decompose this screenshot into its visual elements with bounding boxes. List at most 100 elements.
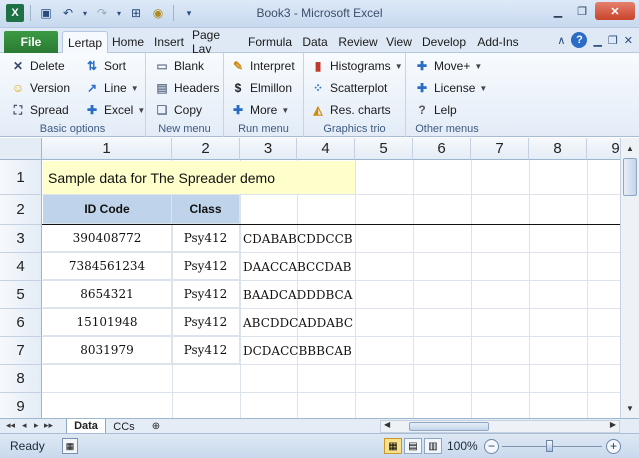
column-header[interactable]: 9 — [587, 138, 620, 160]
worksheet-grid[interactable]: 1 2 3 4 5 6 7 8 9 1 2 3 4 5 6 7 8 9 Samp… — [0, 138, 620, 418]
column-header[interactable]: 8 — [529, 138, 587, 160]
row-header[interactable]: 7 — [0, 337, 42, 365]
cell-class[interactable]: Psy412 — [172, 225, 240, 252]
cell-class[interactable]: Psy412 — [172, 309, 240, 336]
scroll-down-icon[interactable]: ▼ — [623, 401, 637, 415]
header-id-code[interactable]: ID Code — [43, 195, 172, 224]
tab-view[interactable]: View — [383, 31, 415, 53]
column-header[interactable]: 7 — [471, 138, 529, 160]
tab-page-layout[interactable]: Page Lay — [192, 28, 242, 56]
scroll-left-icon[interactable]: ◀ — [384, 420, 390, 429]
cell-id[interactable]: 8031979 — [43, 337, 172, 364]
interpret-button[interactable]: ✎ Interpret — [230, 56, 295, 76]
tab-developer[interactable]: Develop — [418, 31, 470, 53]
delete-button[interactable]: ✕ Delete — [10, 56, 65, 76]
row-header[interactable]: 9 — [0, 393, 42, 418]
cell-class[interactable]: Psy412 — [172, 281, 240, 308]
excel-button[interactable]: ✚ Excel ▼ — [84, 100, 145, 120]
page-layout-view-icon[interactable]: ▤ — [404, 438, 422, 454]
help-icon[interactable]: ? — [571, 32, 588, 48]
restore-workbook-icon[interactable]: ❐ — [608, 34, 618, 47]
column-header[interactable]: 1 — [42, 138, 172, 160]
histograms-button[interactable]: ▮ Histograms ▼ — [310, 56, 403, 76]
next-sheet-icon[interactable]: ▸ — [34, 420, 39, 431]
prev-sheet-icon[interactable]: ◂ — [22, 420, 27, 431]
minimize-ribbon-icon[interactable]: ∧ — [557, 34, 565, 47]
first-sheet-icon[interactable]: ◂◂ — [6, 420, 15, 431]
headers-button[interactable]: ▤ Headers — [154, 78, 219, 98]
more-button[interactable]: ✚ More ▼ — [230, 100, 289, 120]
copy-button[interactable]: ❏ Copy — [154, 100, 202, 120]
scroll-right-icon[interactable]: ▶ — [610, 420, 616, 429]
tab-add-ins[interactable]: Add-Ins — [474, 31, 522, 53]
last-sheet-icon[interactable]: ▸▸ — [44, 420, 53, 431]
column-header[interactable]: 3 — [240, 138, 297, 160]
zoom-slider-knob[interactable] — [546, 440, 553, 452]
row-header[interactable]: 8 — [0, 365, 42, 393]
row-header[interactable]: 3 — [0, 225, 42, 253]
tab-file[interactable]: File — [4, 31, 58, 53]
tab-data[interactable]: Data — [298, 31, 332, 53]
cell-id[interactable]: 8654321 — [43, 281, 172, 308]
cell-id[interactable]: 390408772 — [43, 225, 172, 252]
horizontal-scroll-thumb[interactable] — [409, 422, 489, 431]
sheet-tab-data[interactable]: Data — [66, 419, 106, 434]
vertical-scrollbar[interactable]: ▲ ▼ — [620, 138, 639, 418]
cell-class[interactable]: Psy412 — [172, 253, 240, 280]
select-all-corner[interactable] — [0, 138, 42, 160]
cell-class[interactable]: Psy412 — [172, 337, 240, 364]
lelp-button[interactable]: ? Lelp — [414, 100, 456, 120]
tab-formulas[interactable]: Formula — [246, 31, 294, 53]
column-header[interactable]: 5 — [355, 138, 413, 160]
row-header[interactable]: 2 — [0, 195, 42, 225]
scroll-up-icon[interactable]: ▲ — [623, 141, 637, 155]
column-header[interactable]: 4 — [297, 138, 355, 160]
zoom-in-icon[interactable]: + — [606, 439, 621, 454]
zoom-level[interactable]: 100% — [447, 439, 478, 453]
cell-responses[interactable]: BAADCADDDBCA — [240, 281, 390, 308]
sort-button[interactable]: ⇅ Sort — [84, 56, 126, 76]
license-button[interactable]: ✚ License ▼ — [414, 78, 487, 98]
column-header[interactable]: 2 — [172, 138, 240, 160]
sheet-tab-ccs[interactable]: CCs — [108, 419, 140, 434]
tab-review[interactable]: Review — [336, 31, 380, 53]
row-header[interactable]: 6 — [0, 309, 42, 337]
cell-id[interactable]: 15101948 — [43, 309, 172, 336]
cell-id[interactable]: 7384561234 — [43, 253, 172, 280]
res-charts-button[interactable]: ◭ Res. charts — [310, 100, 390, 120]
close-icon[interactable]: ✕ — [595, 2, 635, 20]
cell-responses[interactable]: DAACCABCCDAB — [240, 253, 390, 280]
macro-record-icon[interactable]: ▦ — [62, 438, 78, 454]
line-button[interactable]: ↗ Line ▼ — [84, 78, 139, 98]
insert-sheet-icon[interactable]: ⊕ — [144, 419, 168, 434]
title-cell[interactable]: Sample data for The Spreader demo — [43, 161, 355, 194]
minimize-icon[interactable]: ▁ — [547, 2, 569, 20]
minimize-workbook-icon[interactable]: ▁ — [593, 34, 601, 47]
cell-responses[interactable]: CDABABCDDCCB — [240, 225, 390, 252]
tab-home[interactable]: Home — [110, 31, 146, 53]
zoom-slider[interactable] — [502, 440, 602, 452]
gridline — [471, 160, 472, 418]
column-header[interactable]: 6 — [413, 138, 471, 160]
cell-responses[interactable]: ABCDDCADDABC — [240, 309, 390, 336]
elmillon-button[interactable]: $ Elmillon — [230, 78, 292, 98]
header-class[interactable]: Class — [172, 195, 240, 224]
scatterplot-button[interactable]: ⁘ Scatterplot — [310, 78, 387, 98]
spread-button[interactable]: ⛶ Spread — [10, 100, 69, 120]
horizontal-scrollbar[interactable]: ◀ ▶ — [380, 420, 620, 433]
cell-responses[interactable]: DCDACCBBBCAB — [240, 337, 390, 364]
restore-icon[interactable]: ❐ — [571, 2, 593, 20]
vertical-scroll-thumb[interactable] — [623, 158, 637, 196]
tab-lertap[interactable]: Lertap — [62, 31, 108, 54]
move-button[interactable]: ✚ Move+ ▼ — [414, 56, 482, 76]
close-workbook-icon[interactable]: ✕ — [624, 34, 633, 47]
tab-insert[interactable]: Insert — [150, 31, 188, 53]
normal-view-icon[interactable]: ▦ — [384, 438, 402, 454]
row-header[interactable]: 4 — [0, 253, 42, 281]
row-header[interactable]: 5 — [0, 281, 42, 309]
zoom-out-icon[interactable]: − — [484, 439, 499, 454]
row-header[interactable]: 1 — [0, 160, 42, 195]
page-break-view-icon[interactable]: ▥ — [424, 438, 442, 454]
blank-button[interactable]: ▭ Blank — [154, 56, 204, 76]
version-button[interactable]: ☺ Version — [10, 78, 70, 98]
